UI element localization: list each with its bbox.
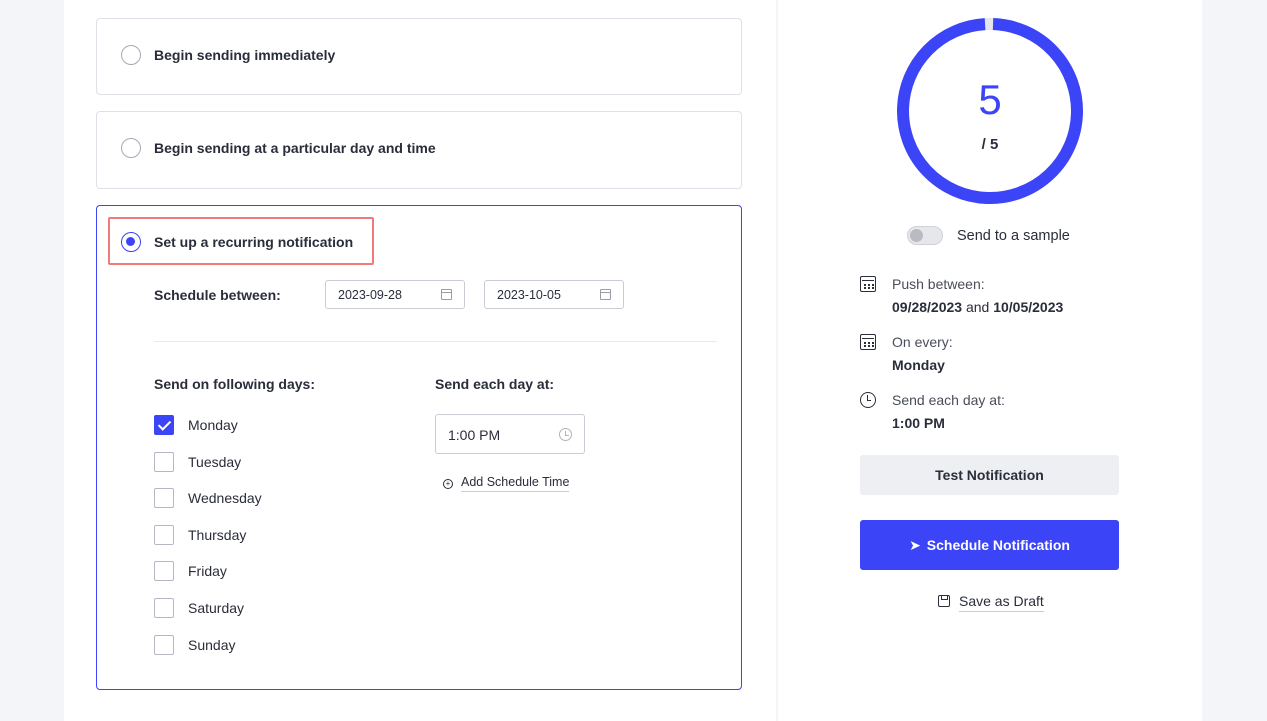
add-schedule-time-button[interactable]: + Add Schedule Time — [443, 475, 570, 492]
clock-icon[interactable] — [559, 428, 572, 441]
time-header: Send each day at: — [435, 376, 555, 392]
checkbox-thursday[interactable] — [154, 524, 174, 545]
add-schedule-time-label: Add Schedule Time — [461, 475, 570, 492]
day-label: Tuesday — [188, 453, 242, 470]
push-between-label: Push between: — [892, 276, 985, 292]
option-send-immediately[interactable]: Begin sending immediately — [96, 18, 742, 95]
option-label: Begin sending at a particular day and ti… — [154, 140, 436, 156]
paper-plane-icon: ➤ — [909, 537, 921, 553]
calendar-icon — [860, 276, 876, 292]
day-label: Monday — [188, 417, 238, 433]
push-start-date: 09/28/2023 — [892, 299, 963, 315]
push-and: and — [965, 299, 990, 315]
send-at-value: 1:00 PM — [892, 415, 945, 431]
checkbox-tuesday[interactable] — [154, 451, 174, 472]
day-label: Wednesday — [188, 490, 262, 507]
checkbox-monday[interactable] — [154, 415, 174, 435]
checkbox-wednesday[interactable] — [154, 488, 174, 509]
recipient-count: 5 — [978, 76, 1002, 123]
schedule-between-label: Schedule between: — [154, 287, 281, 303]
test-notification-button[interactable]: Test Notification — [860, 455, 1119, 495]
on-every-day: Monday — [892, 357, 945, 373]
checkbox-friday[interactable] — [154, 561, 174, 582]
send-at-label: Send each day at: — [892, 392, 1005, 408]
delivery-options-panel: Begin sending immediately Begin sending … — [64, 0, 776, 721]
start-date-input[interactable]: 2023-09-28 — [325, 280, 465, 309]
save-icon — [938, 595, 950, 607]
checkbox-saturday[interactable] — [154, 597, 174, 618]
on-every-value: Monday — [892, 357, 945, 373]
push-end-date: 10/05/2023 — [993, 299, 1064, 315]
schedule-notification-label: Schedule Notification — [926, 537, 1070, 553]
day-label: Friday — [188, 563, 227, 580]
time-input[interactable]: 1:00 PM — [435, 414, 585, 454]
start-date-value: 2023-09-28 — [338, 288, 402, 302]
calendar-icon[interactable] — [441, 289, 452, 300]
day-label: Saturday — [188, 599, 245, 616]
save-as-draft-label: Save as Draft — [959, 593, 1044, 612]
sample-toggle[interactable] — [907, 226, 943, 245]
option-send-at-time[interactable]: Begin sending at a particular day and ti… — [96, 111, 742, 189]
day-label: Sunday — [188, 636, 236, 653]
on-every-label: On every: — [892, 334, 953, 350]
end-date-input[interactable]: 2023-10-05 — [484, 280, 624, 309]
sample-toggle-label: Send to a sample — [957, 228, 1070, 244]
calendar-icon[interactable] — [600, 289, 611, 300]
day-label: Thursday — [188, 526, 247, 543]
radio-send-at-time[interactable] — [121, 138, 141, 158]
option-label: Set up a recurring notification — [154, 234, 354, 250]
recipient-total: / 5 — [981, 136, 999, 153]
push-between-value: 09/28/2023 and 10/05/2023 — [892, 299, 1063, 315]
radio-recurring[interactable] — [121, 232, 141, 252]
option-recurring[interactable]: Set up a recurring notification Schedule… — [96, 205, 742, 690]
divider — [154, 341, 717, 342]
radio-send-immediately[interactable] — [121, 45, 141, 65]
save-as-draft-link[interactable]: Save as Draft — [938, 593, 1044, 612]
schedule-notification-button[interactable]: ➤ Schedule Notification — [860, 520, 1119, 570]
calendar-icon — [860, 334, 876, 350]
add-circle-icon: + — [443, 479, 453, 489]
summary-panel: 5 / 5 Send to a sample Push between: 09/… — [778, 0, 1202, 721]
send-at-time: 1:00 PM — [892, 415, 945, 431]
time-value: 1:00 PM — [448, 427, 501, 443]
checkbox-sunday[interactable] — [154, 634, 174, 655]
end-date-value: 2023-10-05 — [497, 288, 561, 302]
option-label: Begin sending immediately — [154, 47, 336, 63]
clock-icon — [860, 392, 876, 408]
days-header: Send on following days: — [154, 376, 315, 392]
